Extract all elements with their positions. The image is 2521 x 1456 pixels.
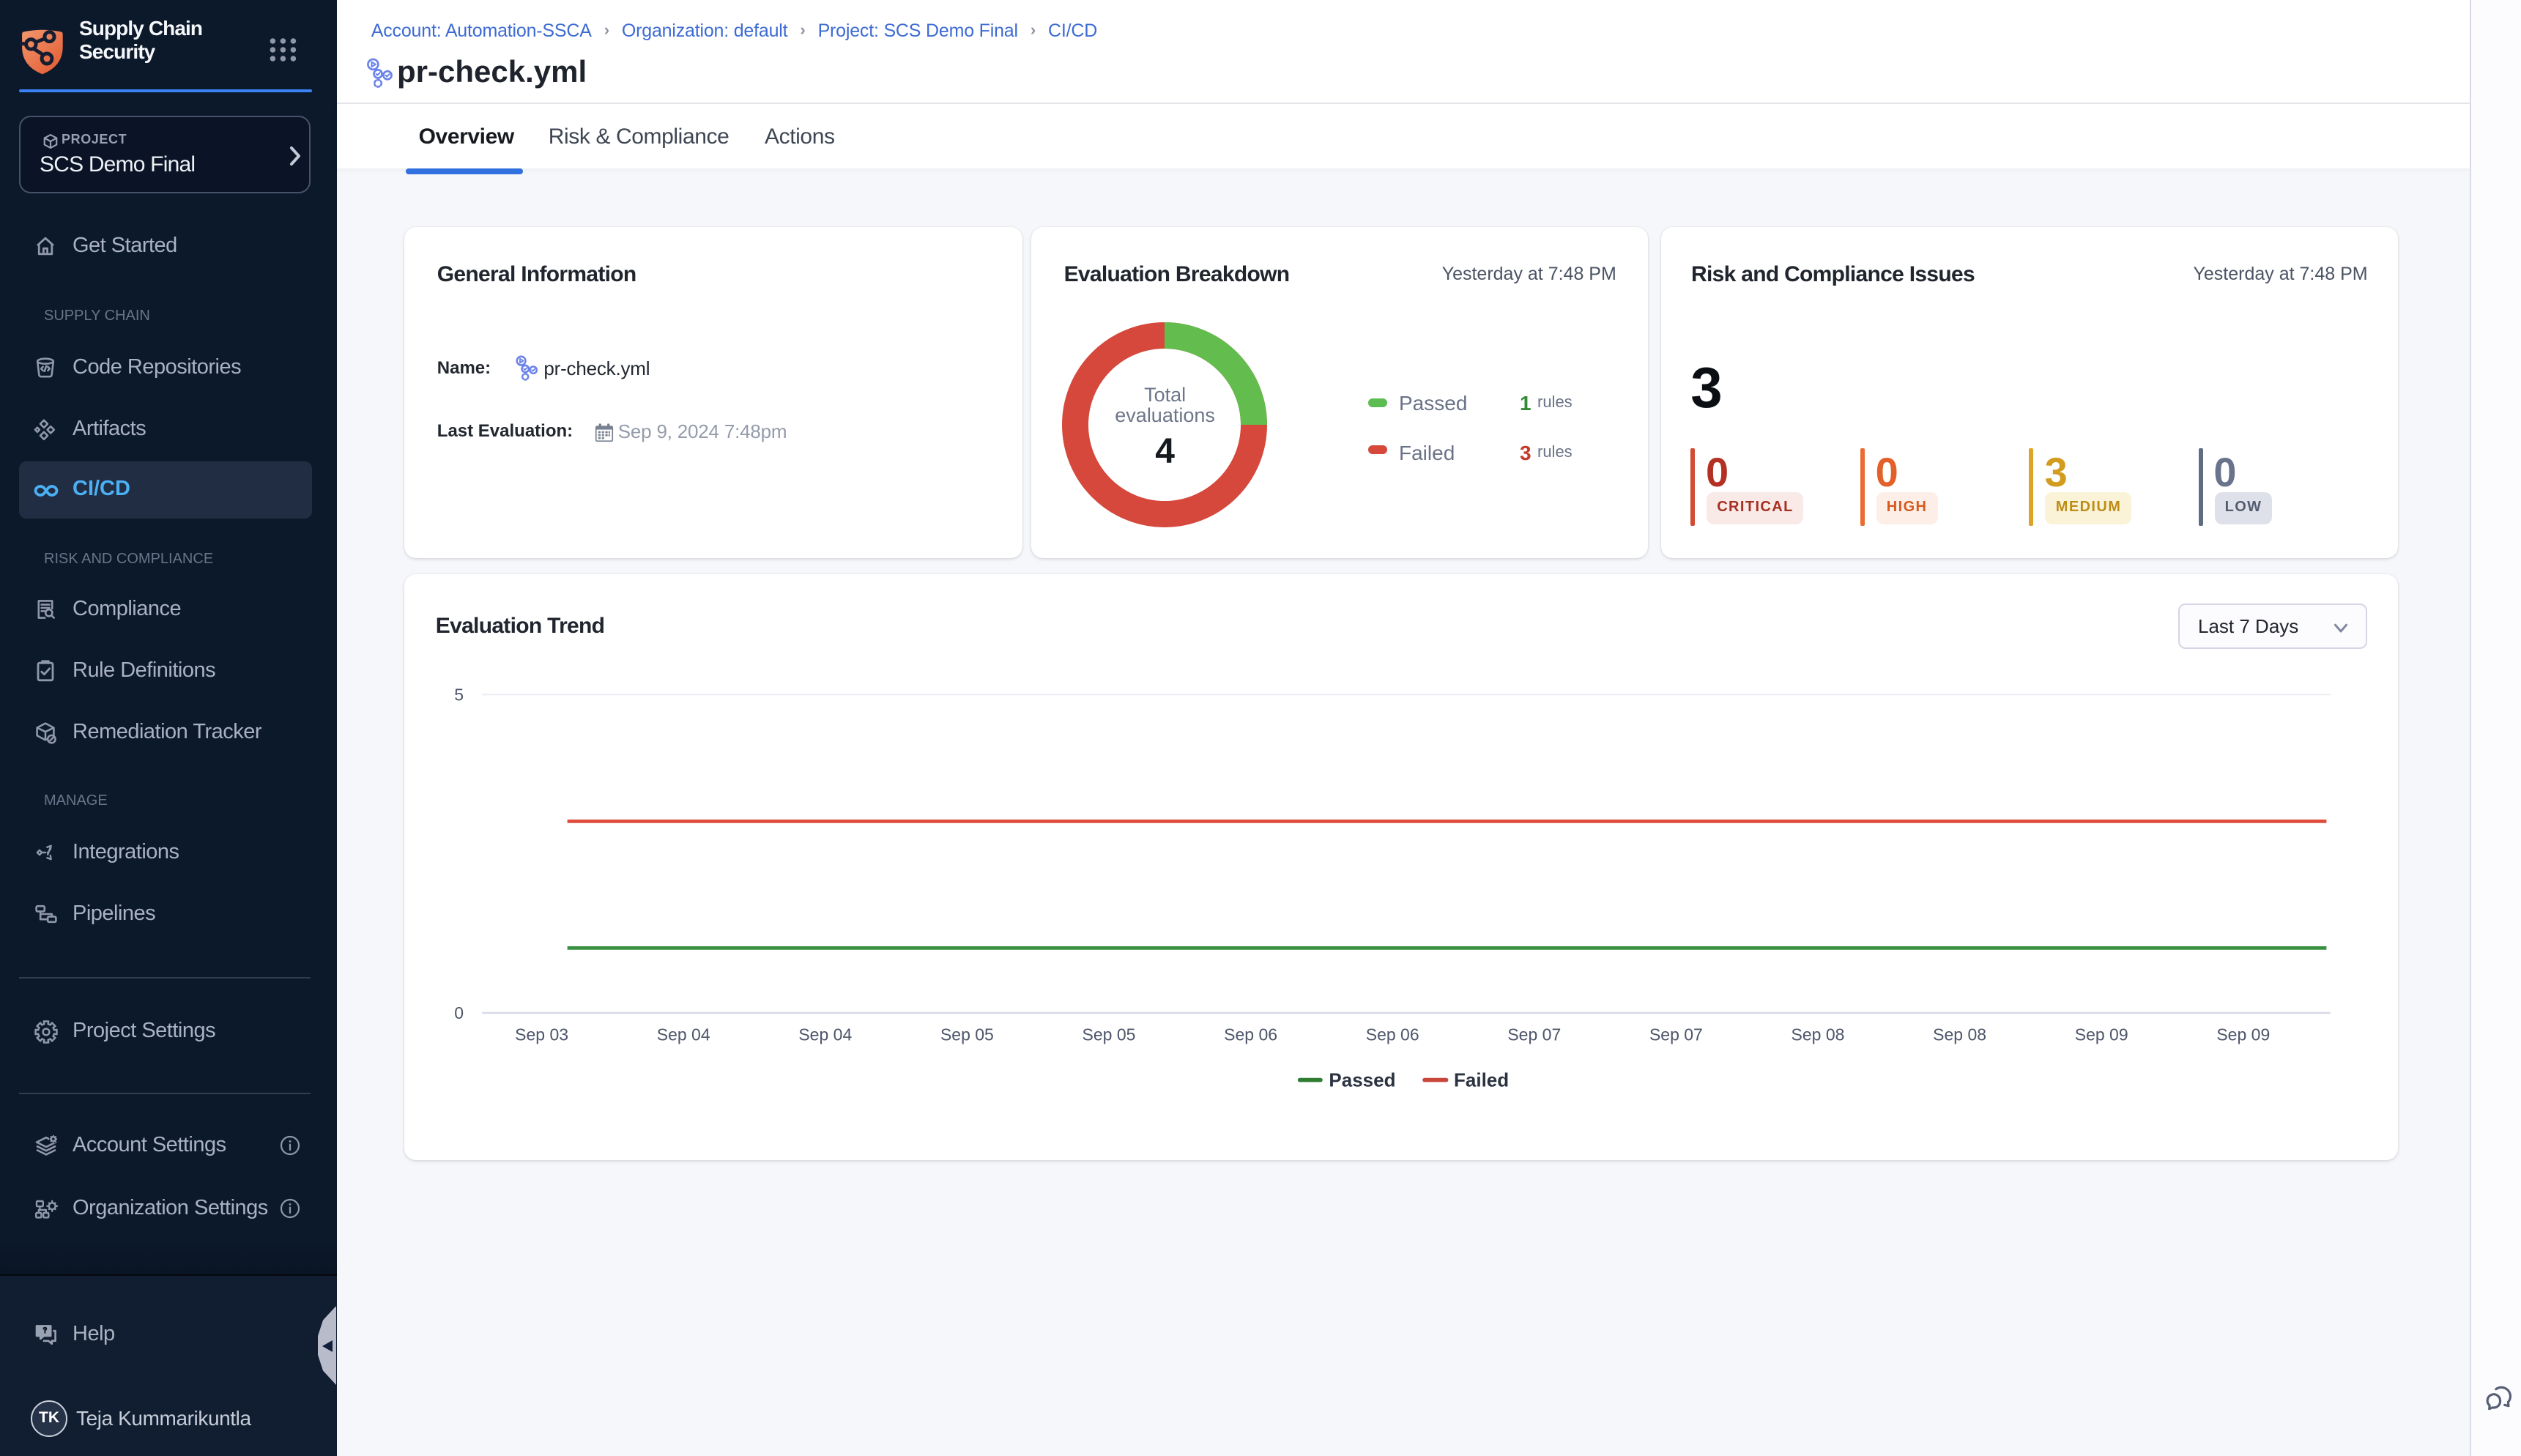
svg-text:5: 5 <box>453 685 463 704</box>
svg-text:0: 0 <box>453 1003 463 1022</box>
svg-text:Sep 09: Sep 09 <box>2074 1025 2128 1044</box>
svg-text:Failed: Failed <box>1453 1069 1508 1091</box>
svg-text:Passed: Passed <box>1328 1069 1395 1091</box>
svg-text:Sep 08: Sep 08 <box>1791 1025 1844 1044</box>
svg-text:Sep 05: Sep 05 <box>1082 1025 1135 1044</box>
svg-text:Sep 07: Sep 07 <box>1507 1025 1560 1044</box>
svg-text:Sep 08: Sep 08 <box>1932 1025 1986 1044</box>
svg-text:Sep 06: Sep 06 <box>1365 1025 1419 1044</box>
svg-text:Sep 04: Sep 04 <box>798 1025 851 1044</box>
svg-text:Sep 06: Sep 06 <box>1223 1025 1277 1044</box>
svg-text:Sep 09: Sep 09 <box>2216 1025 2269 1044</box>
svg-text:Sep 04: Sep 04 <box>656 1025 710 1044</box>
svg-text:Sep 05: Sep 05 <box>940 1025 993 1044</box>
svg-text:Sep 03: Sep 03 <box>514 1025 568 1044</box>
svg-text:Sep 07: Sep 07 <box>1649 1025 1702 1044</box>
